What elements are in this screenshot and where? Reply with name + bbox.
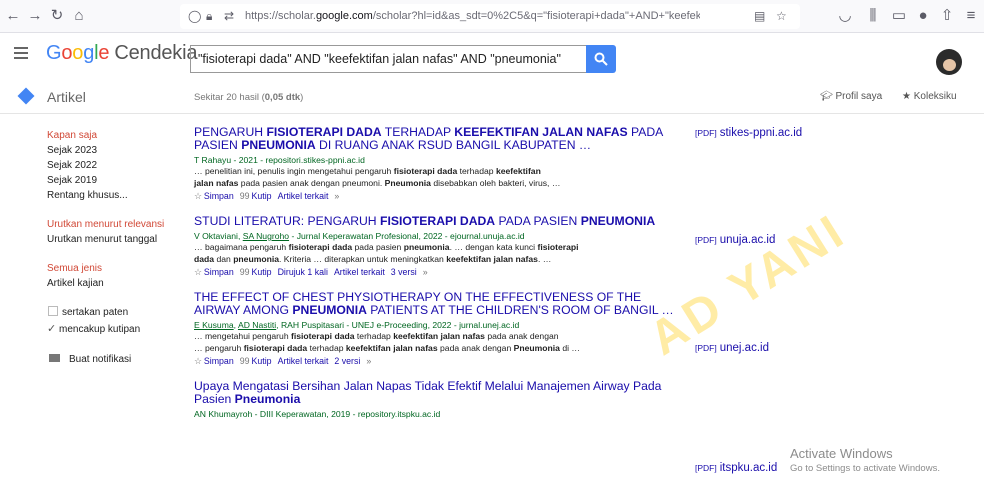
share-icon[interactable]: ⇧ xyxy=(938,7,956,25)
search-result: PENGARUH FISIOTERAPI DADA TERHADAP KEEFE… xyxy=(194,126,674,202)
result-title-link[interactable]: STUDI LITERATUR: PENGARUH FISIOTERAPI DA… xyxy=(194,215,674,228)
cite-link[interactable]: 99 Kutip xyxy=(240,267,272,277)
save-link[interactable]: ☆ Simpan xyxy=(194,191,234,201)
filter-since-2022[interactable]: Sejak 2022 xyxy=(47,158,177,173)
windows-activation-watermark: Activate Windows Go to Settings to activ… xyxy=(790,446,940,474)
scholar-logo[interactable]: Google Cendekia xyxy=(46,42,197,65)
checkmark-icon: ✓ xyxy=(47,323,57,335)
sort-by-relevance[interactable]: Urutkan menurut relevansi xyxy=(47,217,177,232)
filter-since-2019[interactable]: Sejak 2019 xyxy=(47,173,177,188)
hamburger-menu-icon[interactable] xyxy=(14,47,28,59)
result-authors: V Oktaviani, SA Nugroho - Jurnal Keperaw… xyxy=(194,231,525,241)
avatar[interactable] xyxy=(936,49,962,75)
extension-icon[interactable]: ● xyxy=(914,7,932,25)
cite-link[interactable]: 99 Kutip xyxy=(240,191,272,201)
url-text[interactable]: https://scholar.google.com/scholar?hl=id… xyxy=(245,10,700,22)
include-citations-checkbox[interactable]: ✓ mencakup kutipan xyxy=(47,321,177,338)
related-articles-link[interactable]: Artikel terkait xyxy=(278,356,329,366)
result-authors: T Rahayu - 2021 - repositori.stikes-ppni… xyxy=(194,155,365,165)
related-articles-link[interactable]: Artikel terkait xyxy=(278,191,329,201)
results-list: PENGARUH FISIOTERAPI DADA TERHADAP KEEFE… xyxy=(194,126,674,433)
result-title-link[interactable]: Upaya Mengatasi Bersihan Jalan Napas Tid… xyxy=(194,380,674,406)
create-alert-link[interactable]: Buat notifikasi xyxy=(47,354,177,365)
result-actions: ☆ Simpan 99 Kutip Artikel terkait » xyxy=(194,190,674,202)
app-menu-icon[interactable]: ≡ xyxy=(962,7,980,25)
star-outline-icon: ☆ xyxy=(194,356,202,366)
filter-custom-range[interactable]: Rentang khusus... xyxy=(47,188,177,203)
search-result: THE EFFECT OF CHEST PHYSIOTHERAPY ON THE… xyxy=(194,291,674,367)
scholar-header: Google Cendekia "fisioterapi dada" AND "k… xyxy=(0,33,984,79)
quote-icon: 99 xyxy=(239,356,250,366)
save-link[interactable]: ☆ Simpan xyxy=(194,356,234,366)
more-icon[interactable]: » xyxy=(334,191,339,201)
search-result: STUDI LITERATUR: PENGARUH FISIOTERAPI DA… xyxy=(194,215,674,278)
star-icon: ★ xyxy=(902,91,914,102)
profile-cap-icon: 🎓︎ xyxy=(820,91,836,102)
result-actions: ☆ Simpan 99 Kutip Dirujuk 1 kali Artikel terk… xyxy=(194,266,674,278)
search-result: Upaya Mengatasi Bersihan Jalan Napas Tid… xyxy=(194,380,674,420)
quote-icon: 99 xyxy=(239,191,250,201)
type-all[interactable]: Semua jenis xyxy=(47,261,177,276)
envelope-icon xyxy=(49,354,60,362)
shield-icon[interactable]: ◯ xyxy=(188,9,201,23)
search-input[interactable]: "fisioterapi dada" AND "keefektifan jala… xyxy=(190,45,586,73)
cite-link[interactable]: 99 Kutip xyxy=(240,356,272,366)
filter-any-time[interactable]: Kapan saja xyxy=(47,128,177,143)
profile-link[interactable]: 🎓︎ Profil saya xyxy=(820,91,882,102)
result-title-link[interactable]: PENGARUH FISIOTERAPI DADA TERHADAP KEEFE… xyxy=(194,126,674,152)
more-icon[interactable]: » xyxy=(366,356,371,366)
section-label[interactable]: Artikel xyxy=(47,89,86,105)
result-authors: E Kusuma, AD Nastiti, RAH Puspitasari - … xyxy=(194,320,520,330)
quote-icon: 99 xyxy=(239,267,250,277)
search-button[interactable] xyxy=(586,45,616,73)
cited-by-link[interactable]: Dirujuk 1 kali xyxy=(278,267,328,277)
bookmark-star-icon[interactable]: ☆ xyxy=(776,9,787,23)
versions-link[interactable]: 2 versi xyxy=(334,356,360,366)
more-icon[interactable]: » xyxy=(423,267,428,277)
lock-icon[interactable]: 🔒︎ xyxy=(206,9,212,24)
reader-icon[interactable]: ▤ xyxy=(754,9,765,23)
home-icon[interactable]: ⌂ xyxy=(70,7,88,25)
browser-toolbar: ← → ↻ ⌂ ◯ 🔒︎ ⇄ https://scholar.google.co… xyxy=(0,0,984,33)
graduation-cap-icon xyxy=(17,87,35,105)
save-link[interactable]: ☆ Simpan xyxy=(194,267,234,277)
pdf-link[interactable]: [PDF] itspku.ac.id xyxy=(695,462,777,474)
versions-link[interactable]: 3 versi xyxy=(391,267,417,277)
logo-google: Google xyxy=(46,42,110,64)
star-outline-icon: ☆ xyxy=(194,191,202,201)
checkbox-unchecked-icon xyxy=(48,306,58,316)
star-outline-icon: ☆ xyxy=(194,267,202,277)
result-title-link[interactable]: THE EFFECT OF CHEST PHYSIOTHERAPY ON THE… xyxy=(194,291,674,317)
filter-since-2023[interactable]: Sejak 2023 xyxy=(47,143,177,158)
sort-by-date[interactable]: Urutkan menurut tanggal xyxy=(47,232,177,247)
reload-icon[interactable]: ↻ xyxy=(48,7,66,25)
result-snippet: … mengetahui pengaruh fisioterapi dada t… xyxy=(194,331,580,353)
result-snippet: … bagaimana pengaruh fisioterapi dada pa… xyxy=(194,242,579,264)
type-review[interactable]: Artikel kajian xyxy=(47,276,177,291)
sidebar-icon[interactable]: ▭ xyxy=(890,7,908,25)
result-stats: Sekitar 20 hasil (0,05 dtk) xyxy=(194,92,304,103)
library-link[interactable]: ★ Koleksiku xyxy=(902,91,957,102)
result-snippet: … penelitian ini, penulis ingin mengetah… xyxy=(194,166,561,188)
pocket-icon[interactable]: ◡ xyxy=(836,7,854,25)
result-actions: ☆ Simpan 99 Kutip Artikel terkait 2 versi » xyxy=(194,355,674,367)
include-patents-checkbox[interactable]: sertakan paten xyxy=(47,305,177,321)
pdf-link[interactable]: [PDF] unej.ac.id xyxy=(695,342,769,354)
url-bar[interactable]: ◯ 🔒︎ ⇄ https://scholar.google.com/schola… xyxy=(180,4,800,29)
back-icon[interactable]: ← xyxy=(4,7,22,25)
result-authors: AN Khumayroh - DIII Keperawatan, 2019 - … xyxy=(194,409,441,419)
related-articles-link[interactable]: Artikel terkait xyxy=(334,267,385,277)
filter-sidebar: Kapan saja Sejak 2023 Sejak 2022 Sejak 2… xyxy=(47,128,177,365)
forward-icon[interactable]: → xyxy=(26,7,44,25)
pdf-link[interactable]: [PDF] stikes-ppni.ac.id xyxy=(695,127,802,139)
search-icon xyxy=(594,52,608,66)
library-icon[interactable]: ⫼ xyxy=(864,7,882,25)
results-subheader: Artikel Sekitar 20 hasil (0,05 dtk) 🎓︎ P… xyxy=(0,82,984,114)
permissions-icon[interactable]: ⇄ xyxy=(224,9,234,23)
